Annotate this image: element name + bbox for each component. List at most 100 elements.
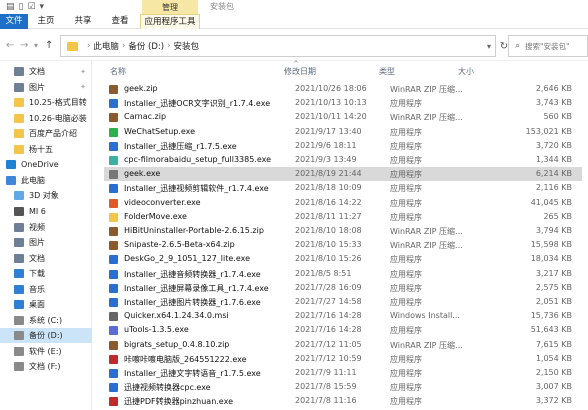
file-icon [109, 383, 118, 393]
file-size: 15,598 KB [530, 240, 572, 250]
folder-icon [14, 129, 24, 139]
pin-icon[interactable]: ✦ [80, 83, 86, 91]
file-row[interactable]: DeskGo_2_9_1051_127_lite.exe 2021/8/10 15… [104, 252, 582, 266]
tab-application-tools[interactable]: 应用程序工具 [140, 14, 200, 29]
file-size: 2,150 KB [535, 368, 572, 377]
desktop-icon [14, 300, 24, 310]
nav-item[interactable]: OneDrive [0, 157, 92, 172]
file-icon [109, 170, 118, 180]
file-row[interactable]: HiBitUninstaller-Portable-2.6.15.zip 2021… [104, 224, 582, 238]
nav-item[interactable]: MI 6 [0, 204, 92, 219]
file-row[interactable]: videoconverter.exe 2021/8/16 14:22 应用程序 41,… [104, 196, 582, 210]
nav-item[interactable]: 文档 ✦ [0, 64, 92, 79]
nav-item[interactable]: 杨十五 [0, 142, 92, 157]
file-row[interactable]: Installer_迅捷屏幕录像工具_r1.7.4.exe 2021/7/28 1… [104, 281, 582, 295]
file-row[interactable]: Snipaste-2.6.5-Beta-x64.zip 2021/8/10 15:… [104, 238, 582, 252]
address-dropdown-icon[interactable]: ▾ [487, 42, 491, 51]
music-icon [14, 284, 24, 294]
file-row[interactable]: 迅捷PDF转换器pinzhuan.exe 2021/7/8 11:16 应用程序 3,… [104, 394, 582, 408]
checkbox-icon[interactable]: ☑ [27, 2, 35, 12]
nav-item-label: 10.26-电脑必装 [29, 113, 87, 123]
breadcrumb-folder[interactable]: 安装包 [173, 40, 199, 52]
vertical-scrollbar[interactable] [582, 61, 588, 410]
nav-item[interactable]: 音乐 [0, 282, 92, 297]
file-row[interactable]: bigrats_setup_0.4.8.10.zip 2021/7/12 11:0… [104, 338, 582, 352]
column-date[interactable]: 修改日期 [284, 66, 316, 77]
file-row[interactable]: Installer_迅捷压缩_r1.7.5.exe 2021/9/6 18:11 应… [104, 139, 582, 153]
file-row[interactable]: 咔嚓咔嚓电脑版_264551222.exe 2021/7/12 10:59 应用程序… [104, 352, 582, 366]
address-bar[interactable]: › 此电脑 › 备份 (D:) › 安装包 ▾ [60, 35, 496, 57]
file-type: 应用程序 [390, 397, 422, 407]
nav-item[interactable]: 10.25-格式目转 [0, 95, 92, 110]
nav-item[interactable]: 系统 (C:) [0, 313, 92, 328]
search-input[interactable]: ⌕ 搜索"安装包" [508, 35, 588, 57]
nav-item[interactable]: 软件 (E:) [0, 344, 92, 359]
nav-item[interactable]: 文档 [0, 251, 92, 266]
pin-icon[interactable]: ✦ [80, 68, 86, 76]
nav-item[interactable]: 3D 对象 [0, 188, 92, 203]
nav-item[interactable]: 百度产品介绍 [0, 126, 92, 141]
search-placeholder: 搜索"安装包" [525, 41, 570, 51]
column-size[interactable]: 大小 [458, 66, 474, 77]
tab-file[interactable]: 文件 [0, 14, 28, 29]
tab-view[interactable]: 查看 [102, 14, 138, 29]
nav-item-label: 图片 [29, 238, 45, 248]
column-name[interactable]: 名称 [110, 66, 126, 77]
file-row[interactable]: Installer_迅捷文字转语音_r1.7.5.exe 2021/7/9 11:… [104, 366, 582, 380]
nav-item[interactable]: 图片 ✦ [0, 80, 92, 95]
file-row[interactable]: 迅捷视频转换器cpc.exe 2021/7/8 15:59 应用程序 3,007 KB [104, 380, 582, 394]
file-date: 2021/7/9 11:11 [295, 368, 357, 377]
tab-share[interactable]: 共享 [64, 14, 102, 29]
nav-item[interactable]: 视频 [0, 220, 92, 235]
column-header: ^ 名称 修改日期 类型 大小 [93, 60, 588, 79]
file-row[interactable]: FolderMove.exe 2021/8/11 11:27 应用程序 265 KB [104, 210, 582, 224]
back-icon[interactable]: ← [6, 40, 14, 51]
file-row[interactable]: Installer_迅捷OCR文字识别_r1.7.4.exe 2021/10/13… [104, 96, 582, 110]
file-row[interactable]: uTools-1.3.5.exe 2021/7/16 14:28 应用程序 51,64… [104, 323, 582, 337]
nav-item[interactable]: 下载 [0, 266, 92, 281]
nav-item[interactable]: 此电脑 [0, 173, 92, 188]
file-size: 6,214 KB [535, 169, 572, 179]
folder-icon [14, 144, 24, 154]
nav-item[interactable]: 备份 (D:) [0, 328, 92, 344]
file-icon [109, 227, 118, 236]
up-icon[interactable]: ↑ [45, 40, 53, 51]
breadcrumb-drive-d[interactable]: 备份 (D:) [128, 40, 164, 52]
file-row[interactable]: Quicker.x64.1.24.34.0.msi 2021/7/16 14:28… [104, 309, 582, 323]
nav-item[interactable]: 10.26-电脑必装 [0, 111, 92, 126]
file-date: 2021/7/28 16:09 [295, 282, 362, 292]
file-row[interactable]: WeChatSetup.exe 2021/9/17 13:40 应用程序 153,02… [104, 125, 582, 139]
file-row[interactable]: Installer_迅捷图片转换器_r1.7.6.exe 2021/7/27 14… [104, 295, 582, 309]
column-type[interactable]: 类型 [379, 66, 395, 77]
drive-icon [14, 362, 24, 372]
file-row[interactable]: geek.zip 2021/10/26 18:06 WinRAR ZIP 压缩...… [104, 82, 582, 96]
nav-item-label: 视频 [29, 222, 45, 232]
file-type: 应用程序 [390, 255, 422, 265]
file-row[interactable]: cpc-filmorabaidu_setup_full3385.exe 2021/… [104, 153, 582, 167]
file-type: 应用程序 [390, 369, 422, 378]
recent-chevron-icon[interactable]: ▾ [34, 41, 38, 50]
file-name: Installer_迅捷图片转换器_r1.7.6.exe [124, 298, 261, 307]
file-name: Installer_迅捷视频剪辑软件_r1.7.4.exe [124, 184, 269, 194]
file-row[interactable]: Installer_迅捷视频剪辑软件_r1.7.4.exe 2021/8/18 1… [104, 181, 582, 195]
file-type: 应用程序 [390, 269, 422, 279]
file-row[interactable]: Installer_迅捷音频转换器_r1.7.4.exe 2021/8/5 8:5… [104, 267, 582, 281]
document-icon[interactable]: ▯ [19, 2, 24, 12]
nav-item[interactable]: 文档 (F:) [0, 359, 92, 374]
nav-item-label: 下载 [29, 269, 45, 279]
file-row[interactable]: Carnac.zip 2021/10/11 14:20 WinRAR ZIP 压缩.… [104, 110, 582, 124]
tab-home[interactable]: 主页 [28, 14, 64, 29]
file-name: Installer_迅捷OCR文字识别_r1.7.4.exe [124, 99, 271, 109]
forward-icon[interactable]: → [20, 40, 28, 51]
file-row[interactable]: geek.exe 2021/8/19 21:44 应用程序 6,214 KB [104, 167, 582, 182]
breadcrumb-this-pc[interactable]: 此电脑 [93, 40, 119, 52]
drive-icon [14, 331, 24, 341]
save-icon[interactable]: ▤ [6, 2, 15, 12]
phone-icon [14, 206, 24, 216]
nav-item[interactable]: 桌面 [0, 297, 92, 312]
file-date: 2021/7/27 14:58 [295, 297, 362, 306]
dropdown-icon[interactable]: ▾ [40, 2, 45, 12]
nav-item[interactable]: 图片 [0, 235, 92, 250]
ribbon: 文件 主页 共享 查看 应用程序工具 [0, 14, 588, 29]
file-name: 迅捷视频转换器cpc.exe [124, 383, 211, 393]
